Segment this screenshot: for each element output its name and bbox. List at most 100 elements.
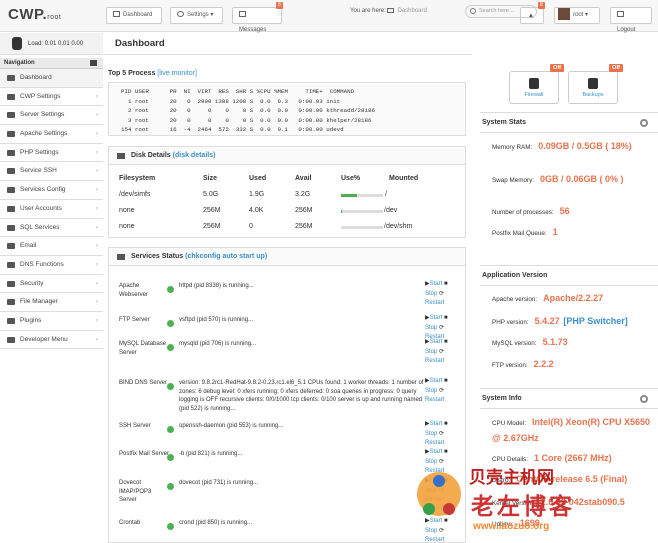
stop-button[interactable]: Stop ⟳ xyxy=(425,324,455,334)
restart-button[interactable]: Restart xyxy=(425,357,455,367)
logout-button[interactable]: Logout xyxy=(610,7,652,33)
messages-badge: 8 xyxy=(276,2,283,9)
service-actions: ▶Start ■Stop ⟳Restart xyxy=(425,420,455,449)
chevron-right-icon: › xyxy=(96,149,98,156)
disk-usage-fill xyxy=(341,194,357,197)
disk-cell: /dev/simfs xyxy=(119,191,151,198)
stop-label: Stop xyxy=(425,387,438,394)
sidebar-item-file-manager[interactable]: File Manager › xyxy=(0,293,103,312)
disk-cell: 1.9G xyxy=(249,191,265,198)
sidebar-item-email[interactable]: Email › xyxy=(0,237,103,256)
backups-button[interactable]: Backups Off xyxy=(568,64,623,104)
chkconfig-link[interactable]: (chkconfig auto start up) xyxy=(185,253,267,260)
gear-icon[interactable] xyxy=(640,119,648,127)
live-monitor-link[interactable]: [live monitor] xyxy=(157,70,197,77)
load-label: Load: xyxy=(28,41,44,47)
menu-toggle-icon[interactable] xyxy=(90,60,97,66)
user-menu[interactable]: root ▾ xyxy=(554,7,600,24)
search-icon xyxy=(470,8,476,14)
dashboard-button[interactable]: Dashboard xyxy=(106,7,162,24)
nav-header-label: Navigation xyxy=(4,60,35,66)
memory-ram-row: Memory RAM: 0.09GB / 0.5GB ( 18%) xyxy=(492,141,632,151)
disk-cell: / xyxy=(385,191,387,198)
check-icon xyxy=(167,383,174,390)
sidebar-item-label: Plugins xyxy=(20,316,42,324)
service-name: SSH Server xyxy=(119,423,151,429)
ftp-version-label: FTP version: xyxy=(492,362,528,369)
sidebar-item-services-config[interactable]: Services Config › xyxy=(0,181,103,200)
check-icon xyxy=(167,454,174,461)
alerts-badge: 8 xyxy=(538,2,545,9)
sidebar-item-cwp-settings[interactable]: CWP Settings › xyxy=(0,87,103,107)
start-button[interactable]: ▶Start ■ xyxy=(425,280,455,290)
nav-icon xyxy=(7,131,15,138)
nav-icon xyxy=(7,243,15,250)
disk-cell: 256M xyxy=(295,223,313,230)
database-icon xyxy=(588,78,598,89)
gear-icon[interactable] xyxy=(640,395,648,403)
restart-button[interactable]: Restart xyxy=(425,396,455,406)
memory-ram-label: Memory RAM: xyxy=(492,144,533,151)
search-input[interactable]: Search here ... xyxy=(465,5,537,18)
nav-icon xyxy=(7,299,15,306)
service-actions: ▶Start ■Stop ⟳Restart xyxy=(425,280,455,309)
php-switcher-link[interactable]: [PHP Switcher] xyxy=(563,316,627,326)
service-status: crond (pid 850) is running... xyxy=(179,520,253,526)
sidebar-item-dashboard[interactable]: Dashboard xyxy=(0,69,103,88)
disk-cell: 256M xyxy=(203,207,221,214)
stop-square-icon: ■ xyxy=(443,378,448,384)
logo[interactable]: CWP.root xyxy=(8,6,61,23)
stop-button[interactable]: Stop ⟳ xyxy=(425,387,455,397)
sidebar-item-label: DNS Functions xyxy=(20,260,64,268)
sidebar-item-server-settings[interactable]: Server Settings › xyxy=(0,106,103,126)
refresh-icon: ⟳ xyxy=(439,290,445,297)
disk-details-link[interactable]: (disk details) xyxy=(173,152,216,159)
logo-sub: root xyxy=(47,14,62,21)
application-version-panel: Application Version Apache version: Apach… xyxy=(480,265,658,380)
chevron-right-icon: › xyxy=(96,112,98,119)
start-label: Start xyxy=(429,315,443,321)
top-process-output: PID USER PR NI VIRT RES SHR S %CPU %MEM … xyxy=(108,82,466,136)
start-button[interactable]: ▶Start ■ xyxy=(425,314,455,324)
sidebar-item-user-accounts[interactable]: User Accounts › xyxy=(0,199,103,219)
start-button[interactable]: ▶Start ■ xyxy=(425,420,455,430)
sidebar-item-sql-services[interactable]: SQL Services › xyxy=(0,218,103,238)
service-status: openssh-daemon (pid 553) is running... xyxy=(179,423,284,429)
nav-icon xyxy=(7,149,15,156)
stop-button[interactable]: Stop ⟳ xyxy=(425,430,455,440)
chevron-right-icon: › xyxy=(96,243,98,250)
apache-version-value: Apache/2.2.27 xyxy=(543,293,604,303)
service-name: Apache Webserver xyxy=(119,283,148,298)
sidebar-item-label: User Accounts xyxy=(20,204,62,212)
stop-button[interactable]: Stop ⟳ xyxy=(425,290,455,300)
breadcrumb-prefix: You are here: xyxy=(350,8,386,15)
firewall-button[interactable]: Firewall Off xyxy=(509,64,564,104)
sidebar-item-label: File Manager xyxy=(20,298,58,306)
nav-icon xyxy=(7,205,15,212)
messages-button[interactable]: Messages xyxy=(232,7,282,33)
sidebar-item-security[interactable]: Security › xyxy=(0,274,103,294)
restart-label: Restart xyxy=(425,440,445,446)
monitor-icon xyxy=(113,11,120,18)
sidebar-item-developer-menu[interactable]: Developer Menu › xyxy=(0,330,103,350)
sidebar: Navigation Dashboard CWP Settings › Server … xyxy=(0,58,103,350)
stop-button[interactable]: Stop ⟳ xyxy=(425,348,455,358)
check-icon xyxy=(167,286,174,293)
check-icon xyxy=(167,523,174,530)
sidebar-item-php-settings[interactable]: PHP Settings › xyxy=(0,143,103,163)
start-button[interactable]: ▶Start ■ xyxy=(425,377,455,387)
sidebar-item-service-ssh[interactable]: Service SSH › xyxy=(0,162,103,182)
start-button[interactable]: ▶Start ■ xyxy=(425,338,455,348)
service-name: FTP Server xyxy=(119,317,150,323)
sidebar-item-dns-functions[interactable]: DNS Functions › xyxy=(0,255,103,275)
sidebar-item-apache-settings[interactable]: Apache Settings › xyxy=(0,125,103,144)
sidebar-item-plugins[interactable]: Plugins › xyxy=(0,311,103,331)
disk-cell: none xyxy=(119,207,135,214)
breadcrumb-current[interactable]: Dashboard xyxy=(397,8,426,14)
restart-button[interactable]: Restart xyxy=(425,299,455,309)
restart-label: Restart xyxy=(425,358,445,364)
settings-button[interactable]: Settings ▾ xyxy=(170,7,223,24)
load-values: 0.01 0.01 0.00 xyxy=(44,41,84,47)
chevron-right-icon: › xyxy=(96,299,98,306)
restart-label: Restart xyxy=(425,300,445,306)
